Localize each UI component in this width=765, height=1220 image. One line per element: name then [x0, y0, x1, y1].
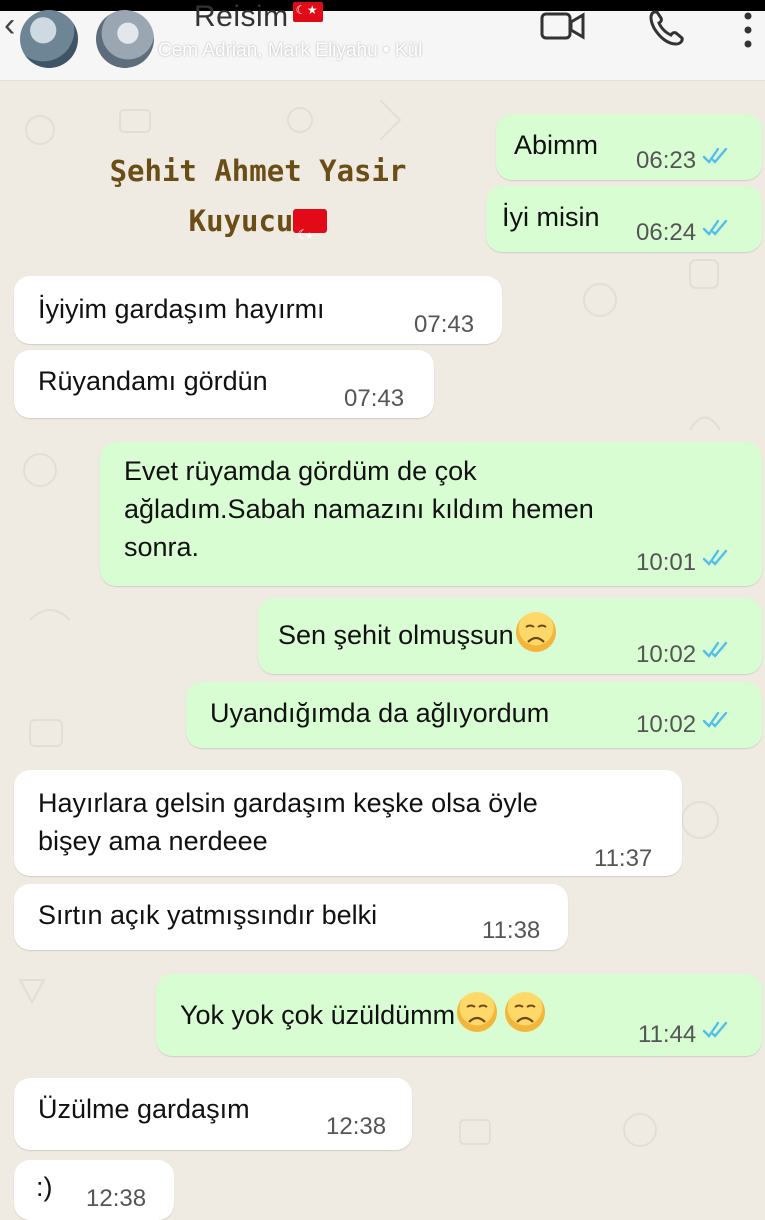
message-text: Üzülme gardaşım — [38, 1094, 250, 1124]
message-time: 07:43 — [344, 385, 405, 412]
message-text-content: Sen şehit olmuşsun — [278, 620, 514, 650]
phone-icon[interactable] — [646, 8, 686, 48]
message-text-content: Yok yok çok üzüldümm — [180, 1000, 456, 1030]
watermark-line-2: Kuyucu — [188, 204, 294, 238]
message-text-line: ağladım.Sabah namazını kıldım hemen — [124, 494, 594, 524]
message-time: 12:38 — [86, 1185, 147, 1212]
chat-header: ‹ Reisim Cem Adrian, Mark Eliyahu • Kül — [0, 0, 765, 81]
message-bubble-incoming[interactable]: :) 12:38 — [14, 1160, 174, 1220]
watermark-line-1: Şehit Ahmet Yasir — [109, 154, 407, 188]
message-bubble-incoming[interactable]: Rüyandamı gördün 07:43 — [14, 350, 434, 418]
back-arrow-icon[interactable]: ‹ — [4, 8, 15, 42]
message-time: 12:38 — [326, 1113, 387, 1140]
double-check-icon — [702, 711, 728, 728]
double-check-icon — [702, 1021, 728, 1038]
turkey-flag-icon — [292, 2, 323, 22]
message-bubble-incoming[interactable]: Sırtın açık yatmışsındır belki 11:38 — [14, 884, 568, 950]
message-time: 10:02 — [636, 641, 697, 668]
sad-face-emoji — [505, 992, 546, 1032]
chat-title[interactable]: Reisim — [194, 0, 323, 34]
message-bubble-outgoing[interactable]: Evet rüyamda gördüm de çok ağladım.Sabah… — [100, 442, 762, 586]
chat-title-text: Reisim — [194, 0, 289, 33]
message-bubble-outgoing[interactable]: Yok yok çok üzüldümm 11:44 — [156, 974, 762, 1056]
double-check-icon — [702, 641, 728, 658]
memorial-watermark: Şehit Ahmet Yasir Kuyucu — [78, 146, 438, 261]
message-text-line: sonra. — [124, 532, 200, 562]
message-text-line: Hayırlara gelsin gardaşım keşke olsa öyl… — [38, 788, 538, 818]
double-check-icon — [702, 549, 728, 566]
message-text: Abimm — [514, 130, 599, 160]
message-time: 10:02 — [636, 711, 697, 738]
message-text-line: bişey ama nerdeee — [38, 826, 268, 856]
double-check-icon — [702, 147, 728, 164]
message-time: 11:38 — [482, 917, 541, 944]
message-text: İyi misin — [502, 202, 600, 232]
message-text: Sırtın açık yatmışsındır belki — [38, 900, 378, 930]
message-bubble-outgoing[interactable]: Uyandığımda da ağlıyordum 10:02 — [186, 682, 762, 748]
sad-face-emoji — [515, 612, 556, 652]
turkey-flag-icon — [293, 209, 328, 261]
sad-face-features — [514, 1004, 536, 1023]
message-time: 06:23 — [636, 147, 697, 174]
message-time: 06:24 — [636, 219, 697, 246]
message-text: İyiyim gardaşım hayırmı — [38, 294, 325, 324]
avatar[interactable] — [96, 10, 154, 68]
message-time: 11:37 — [594, 845, 653, 872]
message-bubble-outgoing[interactable]: Sen şehit olmuşsun 10:02 — [258, 598, 762, 674]
sad-face-emoji — [457, 992, 498, 1032]
sad-face-features — [466, 1004, 488, 1023]
message-time: 10:01 — [636, 549, 697, 576]
chat-participants: Cem Adrian, Mark Eliyahu • Kül — [158, 40, 423, 61]
message-time: 07:43 — [414, 311, 475, 338]
message-text: :) — [36, 1172, 53, 1202]
message-bubble-incoming[interactable]: Hayırlara gelsin gardaşım keşke olsa öyl… — [14, 770, 682, 876]
message-text: Sen şehit olmuşsun — [278, 612, 556, 654]
message-text: Rüyandamı gördün — [38, 366, 268, 396]
sad-face-features — [525, 624, 547, 643]
double-check-icon — [702, 219, 728, 236]
message-text: Uyandığımda da ağlıyordum — [210, 698, 550, 728]
message-time: 11:44 — [638, 1021, 697, 1048]
avatar[interactable] — [20, 10, 78, 68]
message-bubble-outgoing[interactable]: İyi misin 06:24 — [486, 186, 762, 252]
message-bubble-incoming[interactable]: İyiyim gardaşım hayırmı 07:43 — [14, 276, 502, 344]
message-text: Yok yok çok üzüldümm — [180, 992, 546, 1034]
message-bubble-incoming[interactable]: Üzülme gardaşım 12:38 — [14, 1078, 412, 1150]
more-options-icon[interactable] — [738, 8, 758, 52]
message-text-line: Evet rüyamda gördüm de çok — [124, 456, 477, 486]
video-call-icon[interactable] — [540, 8, 586, 44]
message-bubble-outgoing[interactable]: Abimm 06:23 — [496, 114, 762, 180]
